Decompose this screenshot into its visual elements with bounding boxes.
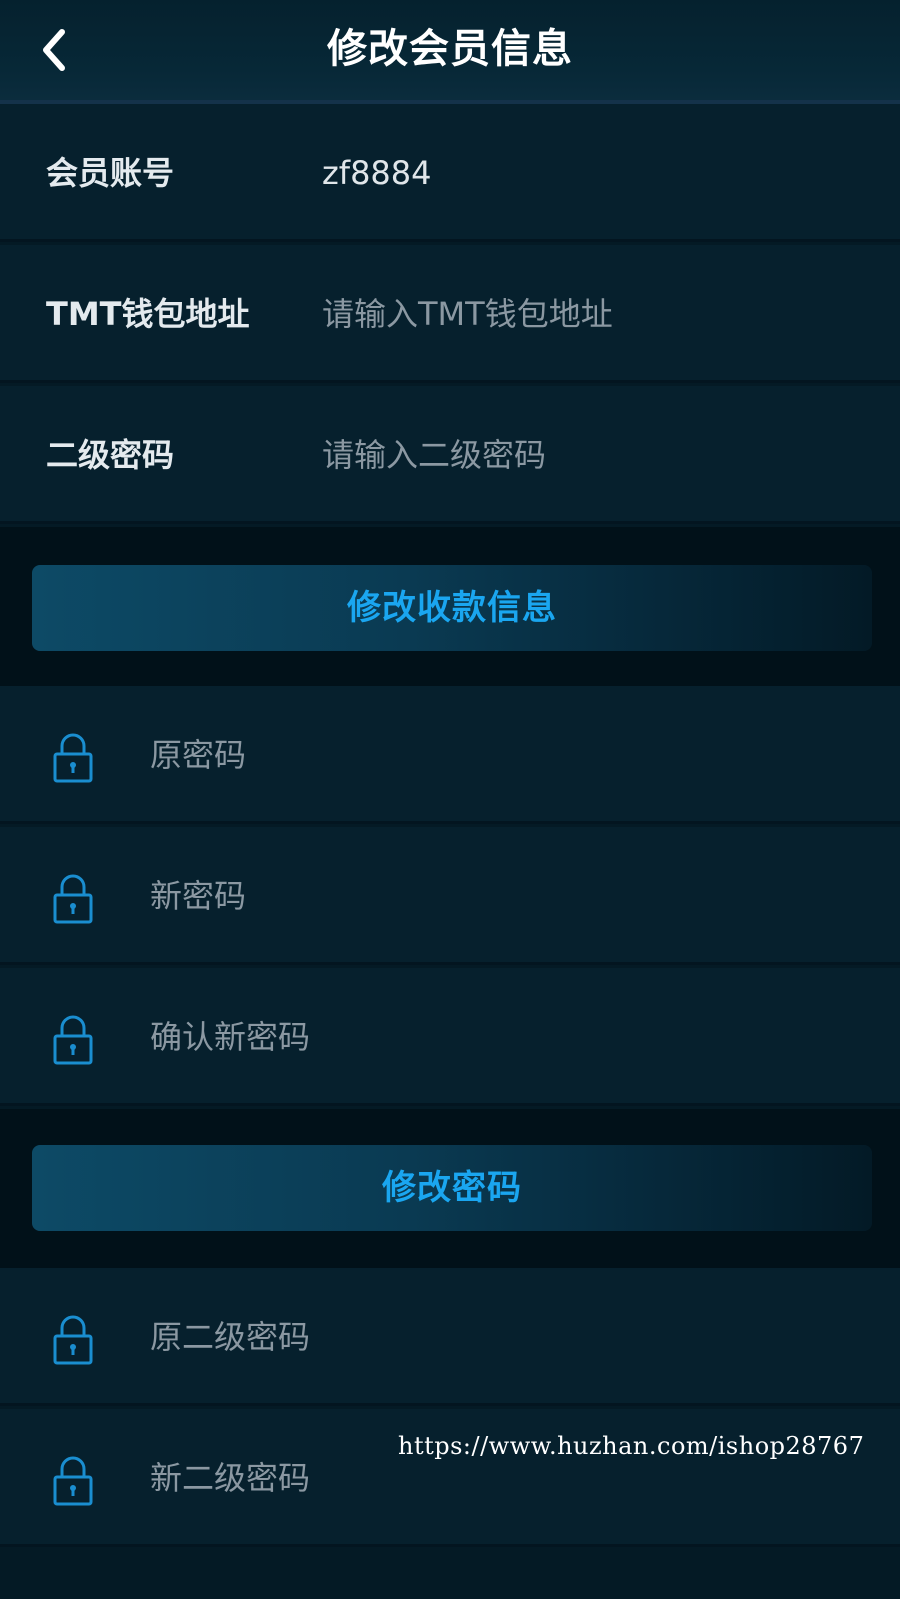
- old-password-input[interactable]: [150, 720, 870, 790]
- old-secondary-password-row: [0, 1268, 900, 1406]
- bottom-spacer: [0, 1550, 900, 1599]
- wallet-address-input[interactable]: [322, 279, 862, 349]
- secondary-password-label: 二级密码: [46, 436, 175, 474]
- wallet-row: TMT钱包地址: [0, 245, 900, 383]
- lock-icon: [52, 1014, 94, 1066]
- lock-icon: [52, 1455, 94, 1507]
- old-password-row: [0, 686, 900, 824]
- secondary-password-row: 二级密码: [0, 386, 900, 524]
- account-label: 会员账号: [46, 154, 175, 192]
- old-secondary-password-input[interactable]: [150, 1302, 870, 1372]
- watermark-text: https://www.huzhan.com/ishop28767: [398, 1432, 865, 1460]
- secondary-password-input[interactable]: [322, 420, 862, 490]
- lock-icon: [52, 873, 94, 925]
- payment-submit-band: 修改收款信息: [0, 527, 900, 686]
- page-title: 修改会员信息: [327, 26, 573, 72]
- confirm-password-input[interactable]: [150, 1002, 870, 1072]
- new-password-row: [0, 827, 900, 965]
- account-row: 会员账号 zf8884: [0, 104, 900, 242]
- modify-payment-info-button[interactable]: 修改收款信息: [32, 565, 872, 651]
- wallet-label: TMT钱包地址: [46, 295, 250, 333]
- confirm-password-row: [0, 968, 900, 1106]
- account-value: zf8884: [322, 154, 432, 192]
- password-submit-band: 修改密码: [0, 1109, 900, 1268]
- lock-icon: [52, 732, 94, 784]
- page: 修改会员信息 会员账号 zf8884 TMT钱包地址 二级密码 修改收款信息: [0, 0, 900, 1599]
- header-bar: 修改会员信息: [0, 0, 900, 104]
- modify-password-button[interactable]: 修改密码: [32, 1145, 872, 1231]
- new-password-input[interactable]: [150, 861, 870, 931]
- lock-icon: [52, 1314, 94, 1366]
- new-secondary-password-row: [0, 1409, 900, 1547]
